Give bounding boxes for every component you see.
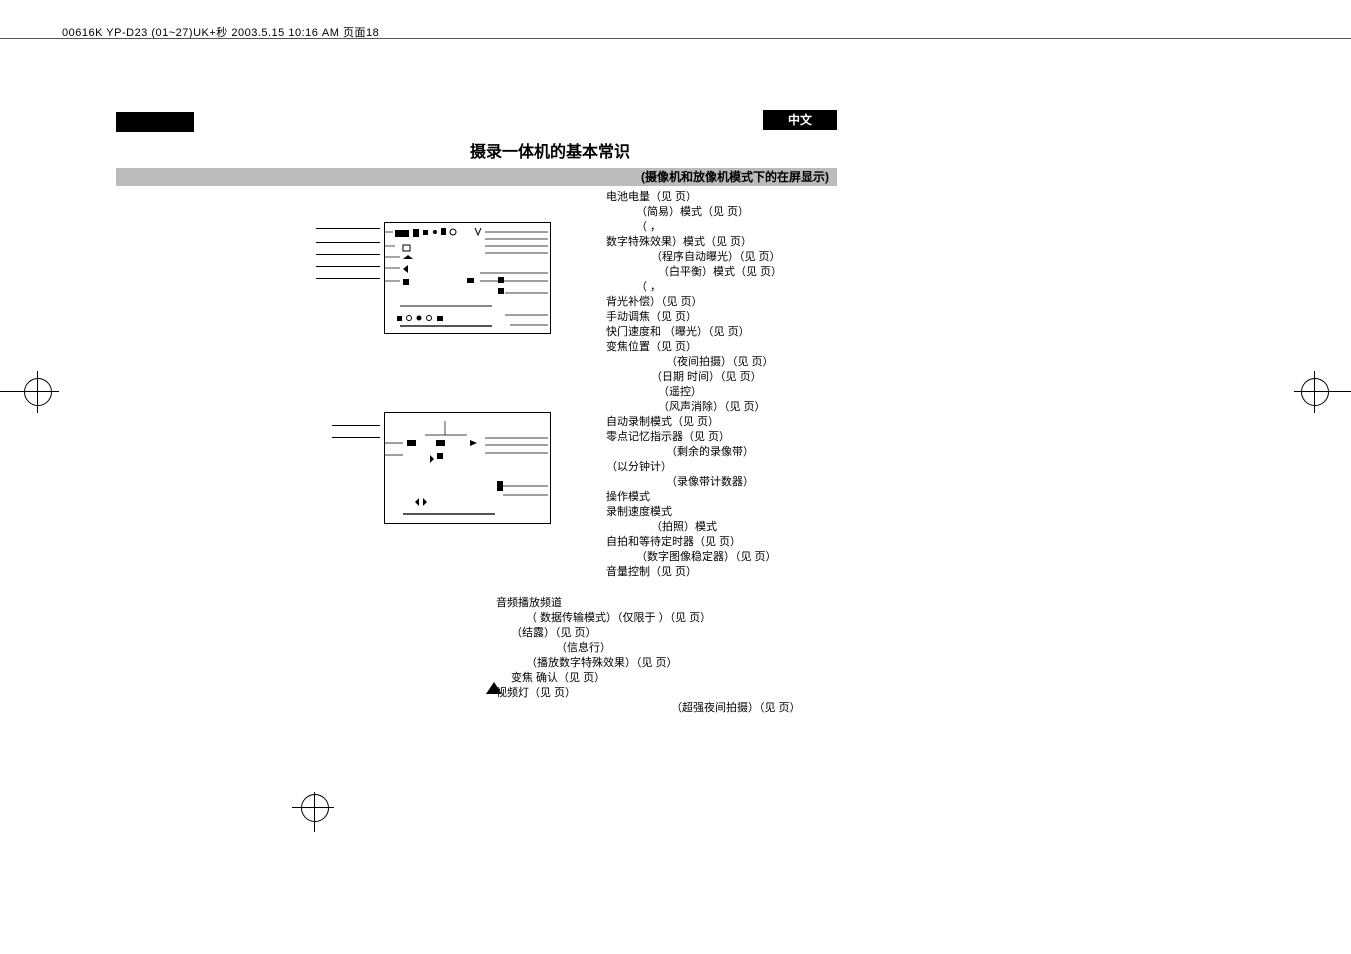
callout-line: （程序自动曝光）（见 页） bbox=[606, 250, 901, 265]
callout-line: （ 数据传输模式）（仅限于 ）（见 页） bbox=[496, 611, 926, 626]
callout-line: 操作模式 bbox=[606, 490, 901, 505]
callout-line: （遥控） bbox=[606, 385, 901, 400]
osd-diagram-camera bbox=[384, 222, 551, 334]
callout-line: 变焦 确认（见 页） bbox=[496, 671, 926, 686]
callout-line: 背光补偿）（见 页） bbox=[606, 295, 901, 310]
callout-line: （ ， bbox=[606, 280, 901, 295]
callout-line: （录像带计数器） bbox=[606, 475, 901, 490]
callout-line: 手动调焦（见 页） bbox=[606, 310, 901, 325]
osd-icons-1 bbox=[385, 223, 548, 331]
bottom-callout-list: 音频播放频道（ 数据传输模式）（仅限于 ）（见 页）（结露）（见 页）（信息行）… bbox=[496, 596, 926, 716]
callout-line: 录制速度模式 bbox=[606, 505, 901, 520]
callout-line: （风声消除）（见 页） bbox=[606, 400, 901, 415]
up-triangle-icon bbox=[486, 682, 502, 694]
callout-line: 视频灯（见 页） bbox=[496, 686, 926, 701]
callout-line: 变焦位置（见 页） bbox=[606, 340, 901, 355]
callout-line: （播放数字特殊效果）（见 页） bbox=[496, 656, 926, 671]
crop-mark-left bbox=[0, 378, 50, 408]
crop-mark-right bbox=[1301, 378, 1351, 408]
callout-line: （拍照）模式 bbox=[606, 520, 901, 535]
callout-line: 自拍和等待定时器（见 页） bbox=[606, 535, 901, 550]
callout-line: 电池电量（见 页） bbox=[606, 190, 901, 205]
callout-line: （数字图像稳定器）（见 页） bbox=[606, 550, 901, 565]
callout-line: 零点记忆指示器（见 页） bbox=[606, 430, 901, 445]
callout-line: （剩余的录像带） bbox=[606, 445, 901, 460]
callout-line: （日期 时间）（见 页） bbox=[606, 370, 901, 385]
page-title: 摄录一体机的基本常识 bbox=[470, 138, 630, 162]
osd-diagram-player bbox=[384, 412, 551, 524]
manual-page: 中文 摄录一体机的基本常识 (摄像机和放像机模式下的在屏显示) bbox=[116, 88, 837, 808]
page-number-block bbox=[116, 112, 194, 132]
callout-line: （信息行） bbox=[496, 641, 926, 656]
callout-line: （结露）（见 页） bbox=[496, 626, 926, 641]
leader-lines-left-2 bbox=[316, 415, 380, 515]
callout-line: （简易）模式（见 页） bbox=[606, 205, 901, 220]
osd-icons-2 bbox=[385, 413, 548, 521]
callout-line: 快门速度和 （曝光）（见 页） bbox=[606, 325, 901, 340]
callout-line: （以分钟计） bbox=[606, 460, 901, 475]
top-border bbox=[0, 38, 1351, 48]
section-header-bar: (摄像机和放像机模式下的在屏显示) bbox=[116, 168, 837, 186]
callout-line: （夜间拍摄）（见 页） bbox=[606, 355, 901, 370]
callout-line: （超强夜间拍摄）（见 页） bbox=[496, 701, 926, 716]
callout-list: 电池电量（见 页）（简易）模式（见 页）（ ，数字特殊效果）模式（见 页）（程序… bbox=[606, 190, 901, 580]
callout-line: 音频播放频道 bbox=[496, 596, 926, 611]
language-label: 中文 bbox=[763, 110, 837, 130]
callout-line: 音量控制（见 页） bbox=[606, 565, 901, 580]
leader-lines-left-1 bbox=[316, 226, 380, 326]
callout-line: （ ， bbox=[606, 220, 901, 235]
section-header-text: (摄像机和放像机模式下的在屏显示) bbox=[641, 168, 829, 186]
callout-line: 数字特殊效果）模式（见 页） bbox=[606, 235, 901, 250]
callout-line: 自动录制模式（见 页） bbox=[606, 415, 901, 430]
callout-line: （白平衡）模式（见 页） bbox=[606, 265, 901, 280]
